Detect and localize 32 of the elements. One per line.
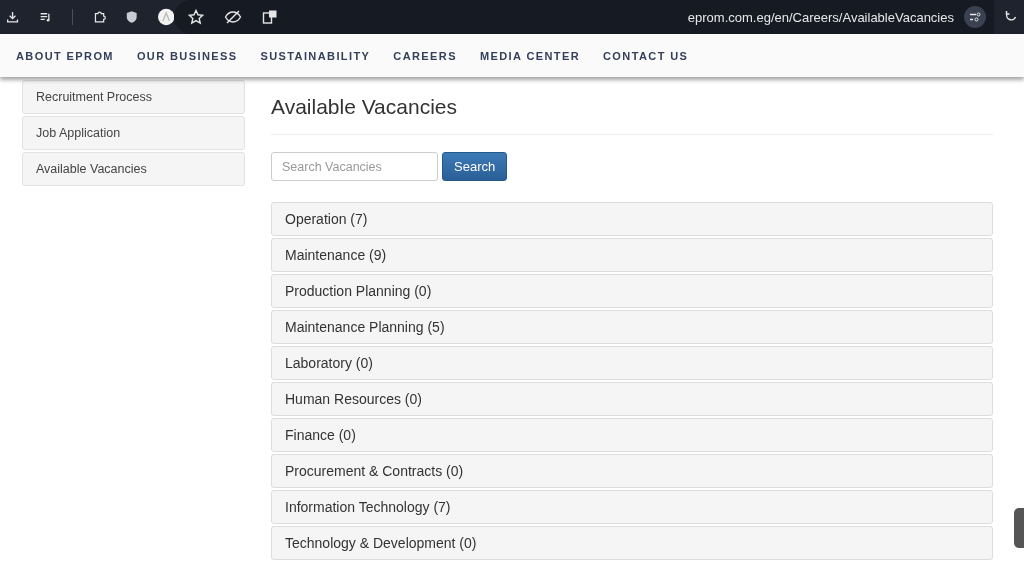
category-panel[interactable]: Information Technology (7) xyxy=(271,490,993,524)
translate-icon[interactable] xyxy=(262,9,278,25)
nav-link[interactable]: CONTACT US xyxy=(603,49,689,62)
avatar-icon[interactable] xyxy=(157,7,174,27)
sidebar-item[interactable]: Recruitment Process xyxy=(22,80,245,114)
search-button[interactable]: Search xyxy=(442,152,508,181)
sidebar-item[interactable]: Job Application xyxy=(22,116,245,150)
category-panel[interactable]: Technology & Development (0) xyxy=(271,526,993,560)
sidebar-item[interactable]: Available Vacancies xyxy=(22,152,245,186)
nav-link[interactable]: MEDIA CENTER xyxy=(479,49,580,62)
eye-off-icon[interactable] xyxy=(224,9,242,25)
shield-icon[interactable] xyxy=(126,9,138,25)
category-panel[interactable]: Maintenance (9) xyxy=(271,238,993,272)
url-text[interactable]: eprom.com.eg/en/Careers/AvailableVacancies xyxy=(687,9,954,25)
nav-link[interactable]: SUSTAINABILITY xyxy=(260,49,371,62)
category-panel[interactable]: Operation (7) xyxy=(271,202,993,236)
download-icon[interactable] xyxy=(6,9,20,25)
nav-link[interactable]: OUR BUSINESS xyxy=(136,49,238,62)
nav-link[interactable]: CAREERS xyxy=(393,49,457,62)
category-panel[interactable]: Human Resources (0) xyxy=(271,382,993,416)
category-panel[interactable]: Production Planning (0) xyxy=(271,274,993,308)
scrollbar-thumb[interactable] xyxy=(1014,508,1024,548)
category-panel[interactable]: Procurement & Contracts (0) xyxy=(271,454,993,488)
category-panel[interactable]: Maintenance Planning (5) xyxy=(271,310,993,344)
site-settings-icon[interactable] xyxy=(964,6,986,28)
search-field[interactable]: Search Vacancies xyxy=(271,152,438,181)
nav-link[interactable]: ABOUT EPROM xyxy=(16,49,114,62)
puzzle-icon[interactable] xyxy=(93,9,107,25)
page-title: Available Vacancies xyxy=(271,94,458,120)
category-panel[interactable]: Finance (0) xyxy=(271,418,993,452)
category-panel[interactable]: Laboratory (0) xyxy=(271,346,993,380)
star-icon[interactable] xyxy=(188,9,204,25)
